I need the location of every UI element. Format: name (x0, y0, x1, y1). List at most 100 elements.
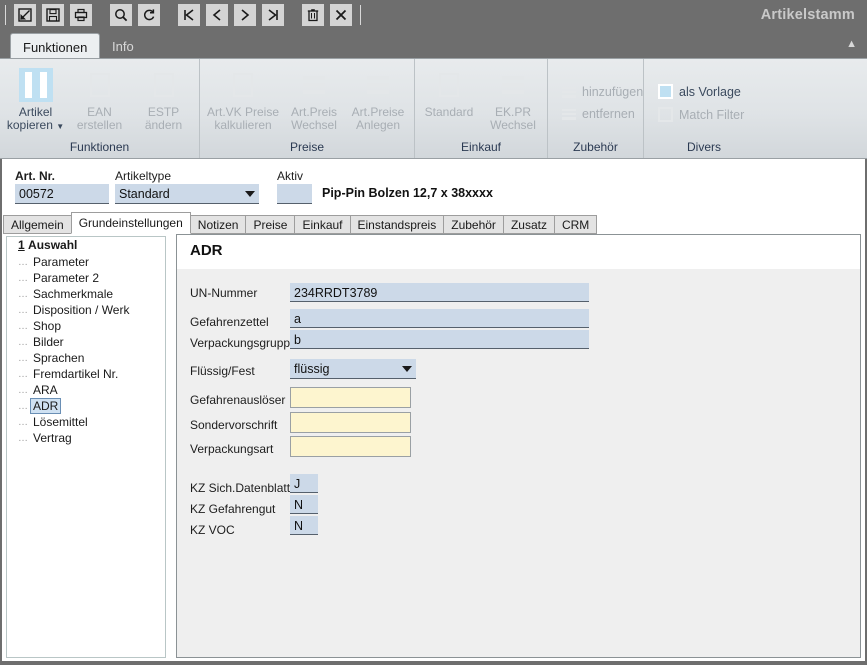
tab-allgemein[interactable]: Allgemein (3, 215, 72, 234)
zubehoer-hinzufuegen-label: hinzufügen (582, 85, 644, 99)
chevron-up-icon[interactable]: ▲ (846, 38, 857, 50)
ean-erstellen-label-2: erstellen (76, 118, 123, 132)
tree-item-bilder[interactable]: … Bilder (18, 334, 168, 350)
tree-item-label: Parameter (33, 255, 90, 269)
search-icon[interactable] (110, 4, 132, 26)
tree-branch-icon: … (18, 256, 28, 268)
tree-item-parameter-2[interactable]: … Parameter 2 (18, 270, 168, 286)
tree-item-shop[interactable]: … Shop (18, 318, 168, 334)
standard-label: Standard (424, 105, 474, 119)
tab-grundeinstellungen[interactable]: Grundeinstellungen (70, 212, 191, 234)
save-icon[interactable] (42, 4, 64, 26)
sondervorschrift-input[interactable] (290, 412, 411, 433)
ribbon-group-einkauf-title: Einkauf (460, 140, 502, 154)
kz-sich-datenblatt-input[interactable] (290, 474, 318, 493)
toolbar-separator-end (360, 5, 361, 25)
tree-item-ara[interactable]: … ARA (18, 382, 168, 398)
previous-record-icon[interactable] (206, 4, 228, 26)
fluessig-fest-value: flüssig (294, 361, 330, 376)
estp-aendern-button: ESTP ändern (132, 66, 196, 132)
delete-icon[interactable] (302, 4, 324, 26)
ek-pr-wechsel-label-2: Wechsel (490, 118, 536, 132)
tab-einstandspreis[interactable]: Einstandspreis (349, 215, 445, 234)
tab-einkauf-label: Einkauf (302, 217, 343, 232)
gefahrenzettel-input[interactable] (290, 309, 589, 328)
tab-crm[interactable]: CRM (553, 215, 598, 234)
kz-gefahrengut-label: KZ Gefahrengut (190, 502, 276, 516)
selection-tree-items: … Parameter … Parameter 2 … Sachmerkmale … D… (18, 254, 168, 446)
art-nr-label: Art. Nr. (15, 169, 56, 183)
ek-pr-wechsel-button: EK.PR Wechsel (481, 66, 545, 132)
list-icon (297, 68, 331, 102)
tree-branch-icon: … (18, 304, 28, 316)
art-vk-preise-label-2: kalkulieren (214, 118, 272, 132)
tree-branch-icon: … (18, 352, 28, 364)
square-icon (226, 68, 260, 102)
tree-item-sprachen[interactable]: … Sprachen (18, 350, 168, 366)
tree-item-adr[interactable]: … ADR (18, 398, 168, 414)
gefahrenausloeser-input[interactable] (290, 387, 411, 408)
print-icon[interactable] (70, 4, 92, 26)
art-nr-input[interactable] (15, 184, 109, 204)
tree-item-sachmerkmale[interactable]: … Sachmerkmale (18, 286, 168, 302)
tree-item-parameter[interactable]: … Parameter (18, 254, 168, 270)
next-record-icon[interactable] (234, 4, 256, 26)
tree-item-fremdartikel-nr[interactable]: … Fremdartikel Nr. (18, 366, 168, 382)
artikel-kopieren-label-2: kopieren ▼ (6, 118, 65, 132)
kz-voc-input[interactable] (290, 516, 318, 535)
tree-branch-icon: … (18, 416, 28, 428)
list-small-icon (562, 108, 576, 120)
tab-preise[interactable]: Preise (245, 215, 296, 234)
als-vorlage-toggle[interactable]: als Vorlage (652, 80, 756, 103)
tab-zusatz[interactable]: Zusatz (502, 215, 555, 234)
cancel-icon[interactable] (330, 4, 352, 26)
ribbon-tab-funktionen-label: Funktionen (23, 39, 88, 55)
ribbon-tab-funktionen[interactable]: Funktionen (10, 33, 101, 60)
ribbon-group-funktionen: Artikel kopieren ▼ EAN erstellen ESTP än… (0, 59, 200, 158)
last-record-icon[interactable] (262, 4, 284, 26)
ean-erstellen-button: EAN erstellen (68, 66, 132, 132)
first-record-icon[interactable] (178, 4, 200, 26)
tree-item-label: ARA (33, 383, 58, 397)
artikel-kopieren-button[interactable]: Artikel kopieren ▼ (4, 66, 68, 133)
un-nummer-label: UN-Nummer (190, 286, 258, 300)
tab-notizen-label: Notizen (197, 217, 239, 232)
match-filter-toggle: Match Filter (652, 103, 756, 126)
tab-zusatz-label: Zusatz (510, 217, 547, 232)
tab-einkauf[interactable]: Einkauf (294, 215, 351, 234)
tree-item-disposition-werk[interactable]: … Disposition / Werk (18, 302, 168, 318)
ribbon-tab-info[interactable]: Info (100, 33, 146, 59)
tree-branch-icon: … (18, 400, 28, 412)
verpackungsgruppe-input[interactable] (290, 330, 589, 349)
ribbon-group-zubehoer: hinzufügen entfernen Zubehör (548, 59, 644, 158)
gefahrenausloeser-label: Gefahrenauslöser (190, 393, 286, 407)
window-left-border (0, 159, 2, 665)
tree-item-vertrag[interactable]: … Vertrag (18, 430, 168, 446)
tab-zubehoer[interactable]: Zubehör (443, 215, 504, 234)
tree-item-label: Vertrag (33, 431, 72, 445)
kz-sich-datenblatt-label: KZ Sich.Datenblatt (190, 481, 291, 495)
un-nummer-input[interactable] (290, 283, 589, 302)
gefahrenzettel-label: Gefahrenzettel (190, 315, 269, 329)
tree-item-loesemittel[interactable]: … Lösemittel (18, 414, 168, 430)
fluessig-fest-select[interactable]: flüssig (290, 359, 416, 379)
ribbon-group-einkauf-items: Standard EK.PR Wechsel (415, 66, 547, 140)
artikeltype-select[interactable]: Standard (115, 184, 259, 204)
chevron-down-icon[interactable]: ▼ (56, 122, 64, 131)
tab-notizen[interactable]: Notizen (189, 215, 247, 234)
checkbox-icon[interactable] (658, 84, 673, 99)
tab-einstandspreis-label: Einstandspreis (357, 217, 437, 232)
tab-preise-label: Preise (253, 217, 288, 232)
tab-grundeinstellungen-label: Grundeinstellungen (78, 216, 183, 230)
edit-icon[interactable] (14, 4, 36, 26)
artikeltype-label: Artikeltype (115, 169, 172, 183)
selection-tree-legend: 1 Auswahl (14, 238, 82, 252)
tree-item-label: Lösemittel (33, 415, 88, 429)
verpackungsgruppe-label: Verpackungsgruppe (190, 336, 297, 350)
tab-crm-label: CRM (561, 217, 590, 232)
kz-gefahrengut-input[interactable] (290, 495, 318, 514)
verpackungsart-input[interactable] (290, 436, 411, 457)
refresh-icon[interactable] (138, 4, 160, 26)
toolbar-separator (5, 5, 6, 25)
aktiv-input[interactable] (277, 184, 312, 204)
